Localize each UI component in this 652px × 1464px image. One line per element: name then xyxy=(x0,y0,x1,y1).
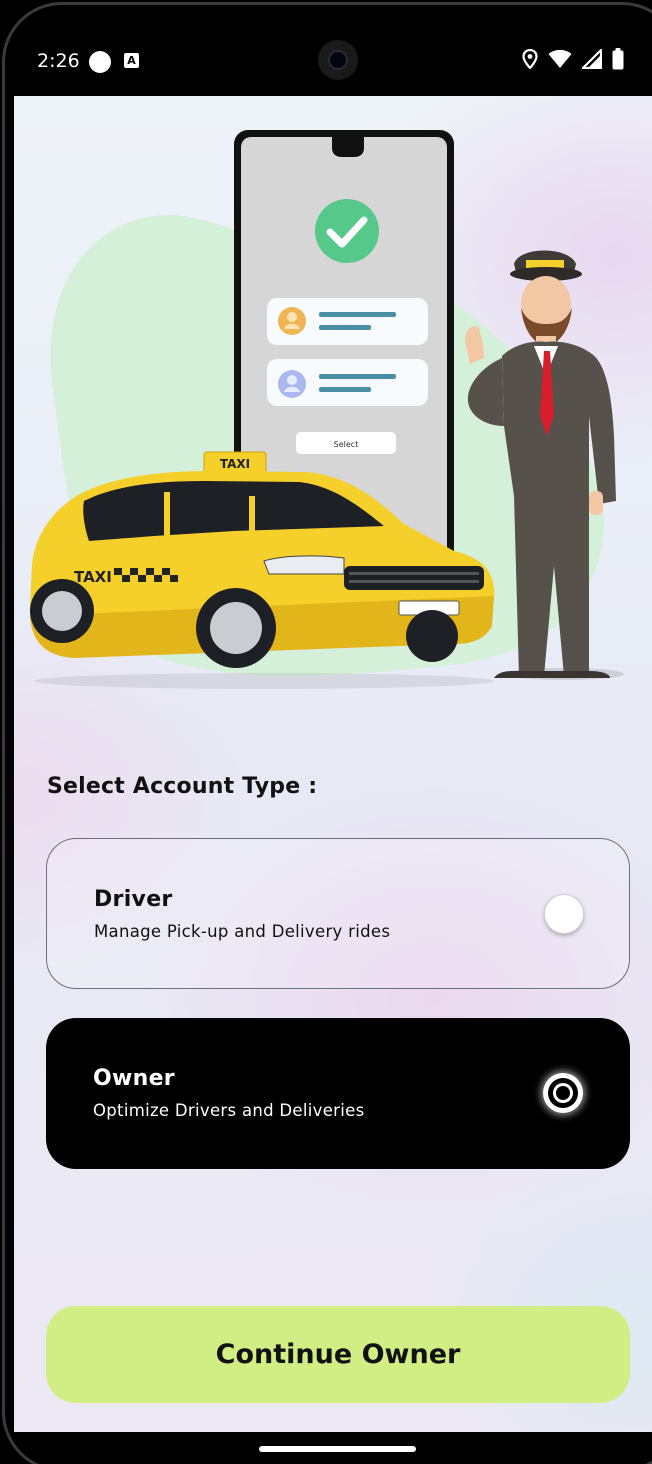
driver-radio-button[interactable] xyxy=(544,894,584,934)
location-icon xyxy=(522,49,538,69)
hero-illustration: Select TAXI TAXI xyxy=(14,96,652,716)
owner-option-title: Owner xyxy=(93,1066,175,1091)
a-notification-icon: A xyxy=(124,53,139,68)
radio-selected-dot xyxy=(556,1086,570,1100)
signal-icon xyxy=(582,49,602,69)
taxi-door-text: TAXI xyxy=(74,568,112,586)
status-bar: 2:26 A xyxy=(0,24,652,96)
wifi-icon xyxy=(548,49,572,68)
battery-icon xyxy=(612,48,624,70)
app-screen: Select TAXI TAXI Select Account Type: D… xyxy=(14,96,652,1432)
phone-frame: 2:26 A Select TAXI TAXI Select Account T… xyxy=(0,0,652,1464)
continue-owner-button[interactable]: Continue Owner xyxy=(46,1306,630,1403)
taxi-illustration: Select TAXI TAXI xyxy=(30,130,624,689)
phone-select-label: Select xyxy=(334,440,359,449)
front-camera xyxy=(318,40,358,80)
driver-option-card[interactable]: Driver Manage Pick-up and Delivery rides xyxy=(46,838,630,989)
owner-option-description: Optimize Drivers and Deliveries xyxy=(93,1101,365,1120)
driver-option-description: Manage Pick-up and Delivery rides xyxy=(94,922,391,941)
taxi-sign-text: TAXI xyxy=(220,457,250,471)
status-time: 2:26 xyxy=(37,50,80,72)
driver-option-title: Driver xyxy=(94,887,173,912)
circle-icon xyxy=(89,51,111,73)
account-type-heading: Select Account Type : xyxy=(47,774,318,799)
check-icon xyxy=(315,199,379,263)
owner-radio-button[interactable] xyxy=(543,1073,583,1113)
owner-option-card[interactable]: Owner Optimize Drivers and Deliveries xyxy=(46,1018,630,1169)
home-indicator[interactable] xyxy=(259,1446,416,1452)
status-icons xyxy=(522,48,624,70)
